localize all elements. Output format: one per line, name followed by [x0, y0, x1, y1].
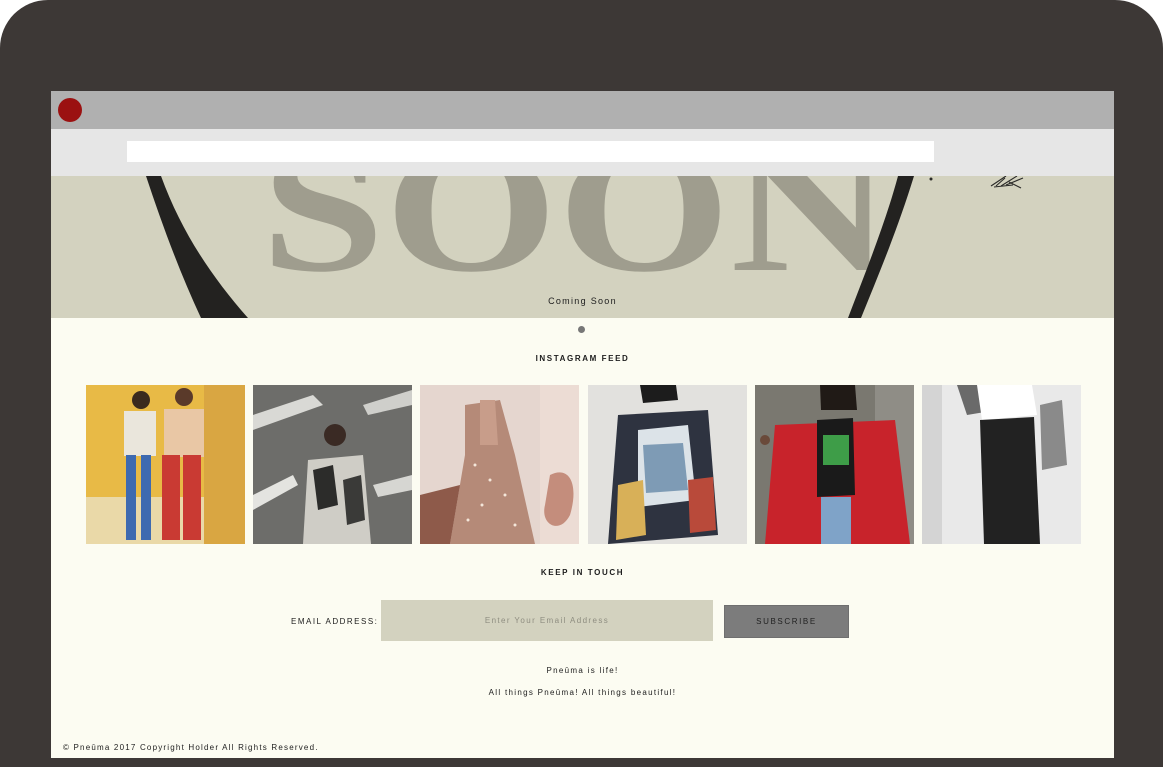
browser-titlebar — [51, 91, 1114, 129]
address-input[interactable] — [127, 141, 934, 162]
browser-address-bar — [51, 129, 1114, 176]
tagline-secondary: All things Pneūma! All things beautiful! — [488, 688, 677, 697]
tagline-primary: Pneūma is life! — [546, 666, 619, 675]
instagram-post-6[interactable] — [922, 385, 1081, 544]
hero-banner: SOON Coming Soon — [51, 176, 1114, 318]
instagram-post-5[interactable] — [755, 385, 914, 544]
hero-subtitle: Coming Soon — [548, 296, 617, 306]
subscribe-button[interactable]: SUBSCRIBE — [724, 605, 849, 638]
email-address-label: EMAIL ADDRESS: — [291, 617, 379, 626]
newsletter-section-title: KEEP IN TOUCH — [540, 568, 625, 577]
close-window-icon[interactable] — [58, 98, 82, 122]
footer-copyright: © Pneūma 2017 Copyright Holder All Right… — [63, 743, 319, 752]
instagram-post-4[interactable] — [588, 385, 747, 544]
instagram-feed — [86, 385, 1081, 545]
email-address-input[interactable] — [381, 600, 713, 641]
instagram-post-3[interactable] — [420, 385, 579, 544]
hero-big-word: SOON — [261, 176, 891, 309]
slider-dot-icon[interactable] — [578, 326, 585, 333]
instagram-post-2[interactable] — [253, 385, 412, 544]
instagram-post-1[interactable] — [86, 385, 245, 544]
browser-screen: SOON Coming Soon INSTAGRAM FEED KEEP IN … — [51, 91, 1114, 758]
instagram-section-title: INSTAGRAM FEED — [535, 354, 630, 363]
